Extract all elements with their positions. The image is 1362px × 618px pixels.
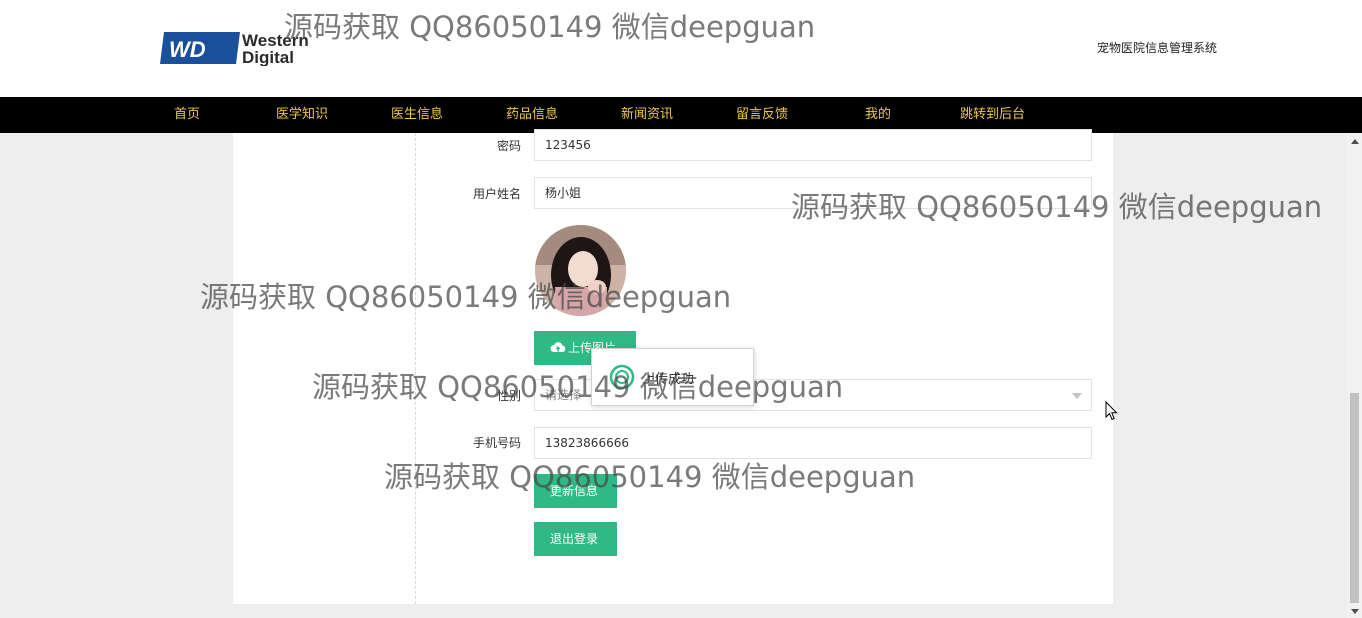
nav-doctor-info[interactable]: 医生信息 — [391, 97, 443, 133]
nav-news[interactable]: 新闻资讯 — [621, 97, 673, 133]
password-field[interactable]: 123456 — [534, 129, 1092, 161]
nav-home[interactable]: 首页 — [174, 97, 200, 133]
logout-button[interactable]: 退出登录 — [534, 522, 617, 556]
logo-line2: Digital — [242, 48, 294, 66]
scroll-up-arrow-icon[interactable] — [1351, 139, 1359, 144]
toast-message: 上传成功 — [642, 372, 695, 387]
nav-medicine-info[interactable]: 药品信息 — [506, 97, 558, 133]
header: WD Western Digital 宠物医院信息管理系统 — [0, 0, 1362, 97]
phone-label: 手机号码 — [472, 436, 521, 450]
dropdown-arrow-icon — [1072, 393, 1082, 399]
avatar — [535, 225, 626, 316]
phone-field[interactable]: 13823866666 — [534, 427, 1092, 459]
gender-label: 性别 — [496, 389, 521, 403]
western-digital-logo[interactable]: WD Western Digital — [160, 30, 330, 67]
update-info-button[interactable]: 更新信息 — [534, 474, 617, 508]
name-field[interactable]: 杨小姐 — [534, 177, 1092, 209]
gender-placeholder: 请选择 — [545, 388, 582, 402]
scroll-down-arrow-icon[interactable] — [1351, 609, 1359, 614]
password-label: 密码 — [496, 139, 521, 153]
page-scrollbar[interactable] — [1347, 133, 1362, 618]
panel-divider — [415, 133, 416, 604]
cloud-upload-icon — [550, 332, 566, 366]
nav-medical-knowledge[interactable]: 医学知识 — [276, 97, 328, 133]
nav-feedback[interactable]: 留言反馈 — [736, 97, 788, 133]
success-check-icon — [609, 364, 635, 394]
scrollbar-thumb[interactable] — [1350, 393, 1359, 603]
nav-mine[interactable]: 我的 — [865, 97, 891, 133]
nav-go-backend[interactable]: 跳转到后台 — [960, 97, 1025, 133]
logo-badge: WD — [169, 37, 206, 62]
name-label: 用户姓名 — [472, 187, 521, 201]
site-title: 宠物医院信息管理系统 — [1097, 41, 1218, 55]
mouse-pointer-icon — [1105, 400, 1119, 425]
upload-success-toast: 上传成功 — [591, 348, 754, 406]
top-nav: 首页 医学知识 医生信息 药品信息 新闻资讯 留言反馈 我的 跳转到后台 — [0, 97, 1362, 133]
